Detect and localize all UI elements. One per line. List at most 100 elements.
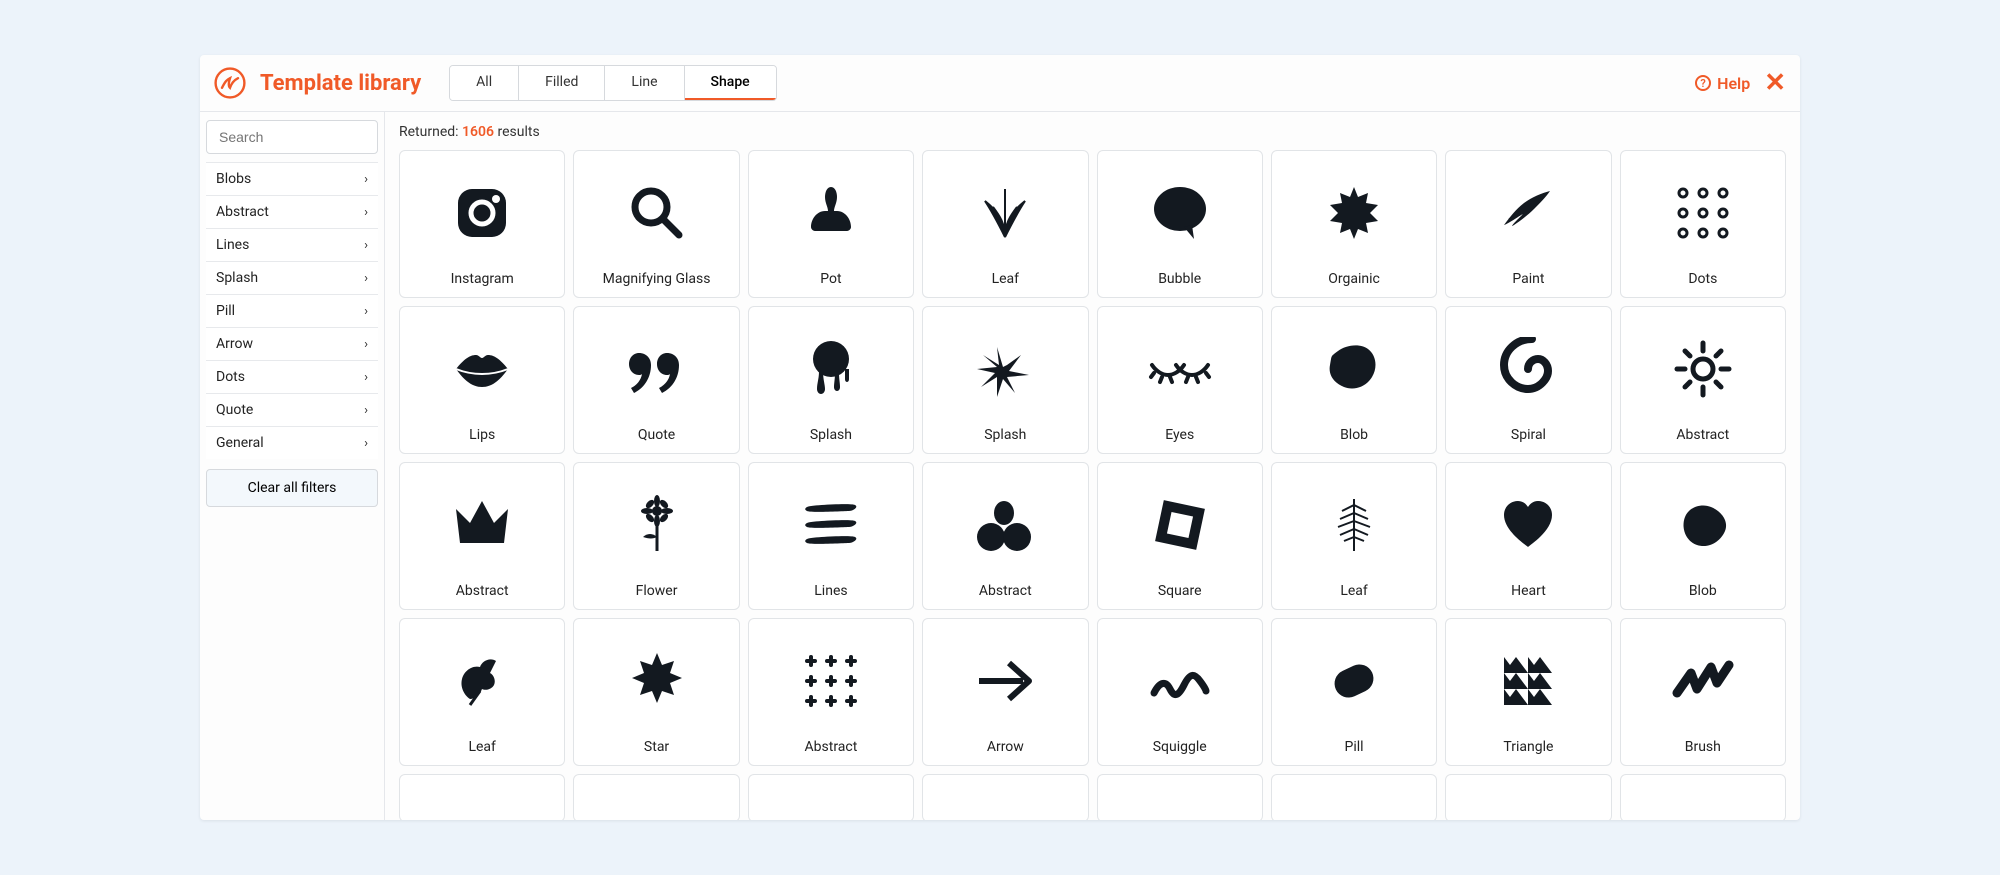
clear-filters-button[interactable]: Clear all filters xyxy=(206,469,378,507)
template-label: Leaf xyxy=(992,265,1019,287)
template-card[interactable]: Blob xyxy=(1620,462,1786,610)
template-card[interactable] xyxy=(1271,774,1437,820)
template-card[interactable] xyxy=(1445,774,1611,820)
template-card[interactable]: Lips xyxy=(399,306,565,454)
search-input[interactable] xyxy=(206,120,378,154)
template-card[interactable]: Lines xyxy=(748,462,914,610)
filter-lines[interactable]: Lines› xyxy=(206,228,378,261)
spiral-icon xyxy=(1456,317,1600,421)
template-card[interactable]: Leaf xyxy=(1271,462,1437,610)
template-card[interactable]: Squiggle xyxy=(1097,618,1263,766)
template-card[interactable]: Magnifying Glass xyxy=(573,150,739,298)
template-card[interactable]: Star xyxy=(573,618,739,766)
template-label: Squiggle xyxy=(1153,733,1207,755)
template-card[interactable]: Flower xyxy=(573,462,739,610)
template-card[interactable] xyxy=(399,774,565,820)
square-icon xyxy=(1108,473,1252,577)
template-card[interactable]: Square xyxy=(1097,462,1263,610)
template-card[interactable]: Paint xyxy=(1445,150,1611,298)
template-label: Flower xyxy=(636,577,678,599)
template-label: Splash xyxy=(810,421,852,443)
filter-general[interactable]: General› xyxy=(206,426,378,459)
template-label: Magnifying Glass xyxy=(603,265,711,287)
pot-icon xyxy=(759,161,903,265)
template-card[interactable]: Splash xyxy=(922,306,1088,454)
template-card[interactable]: Heart xyxy=(1445,462,1611,610)
template-label: Quote xyxy=(638,421,675,443)
close-button[interactable]: ✕ xyxy=(1764,70,1786,96)
template-card[interactable]: Abstract xyxy=(1620,306,1786,454)
filter-splash[interactable]: Splash › xyxy=(206,261,378,294)
template-card[interactable]: Splash xyxy=(748,306,914,454)
template-label: Dots xyxy=(1688,265,1717,287)
template-card[interactable] xyxy=(1097,774,1263,820)
sidebar: Blobs›Abstract›Lines›Splash›Pill›Arrow›D… xyxy=(200,112,385,820)
template-label: Eyes xyxy=(1165,421,1194,443)
zigzag-icon xyxy=(1631,629,1775,733)
splat2-icon xyxy=(933,317,1077,421)
filter-blobs[interactable]: Blobs› xyxy=(206,162,378,195)
tab-shape[interactable]: Shape xyxy=(685,66,776,100)
template-card[interactable] xyxy=(922,774,1088,820)
template-card[interactable]: Arrow xyxy=(922,618,1088,766)
template-label: Pill xyxy=(1345,733,1364,755)
help-icon: ? xyxy=(1695,75,1711,91)
dots-icon xyxy=(1631,161,1775,265)
template-label: Abstract xyxy=(805,733,858,755)
filter-pill[interactable]: Pill› xyxy=(206,294,378,327)
sun-icon xyxy=(1631,317,1775,421)
chevron-right-icon: › xyxy=(364,172,368,187)
template-label: Square xyxy=(1158,577,1202,599)
magnify-icon xyxy=(584,161,728,265)
template-card[interactable]: Orgainic xyxy=(1271,150,1437,298)
template-card[interactable]: Spiral xyxy=(1445,306,1611,454)
template-card[interactable]: Triangle xyxy=(1445,618,1611,766)
template-card[interactable]: Abstract xyxy=(922,462,1088,610)
header: Template library AllFilledLineShape ? He… xyxy=(200,55,1800,112)
filter-quote[interactable]: Quote› xyxy=(206,393,378,426)
template-label: Triangle xyxy=(1503,733,1553,755)
template-card[interactable]: Pill xyxy=(1271,618,1437,766)
brushstroke-icon xyxy=(1456,161,1600,265)
tab-line[interactable]: Line xyxy=(605,66,684,100)
tab-filled[interactable]: Filled xyxy=(519,66,605,100)
template-label: Abstract xyxy=(456,577,509,599)
template-card[interactable]: Abstract xyxy=(748,618,914,766)
template-card[interactable]: Bubble xyxy=(1097,150,1263,298)
filter-abstract[interactable]: Abstract› xyxy=(206,195,378,228)
filter-label: Pill xyxy=(216,303,235,319)
chevron-right-icon: › xyxy=(364,271,368,286)
tab-all[interactable]: All xyxy=(450,66,519,100)
splat-icon xyxy=(1282,161,1426,265)
pebbles-icon xyxy=(933,473,1077,577)
results-summary: Returned: 1606 results xyxy=(399,124,1786,140)
template-label: Heart xyxy=(1511,577,1546,599)
arrow-icon xyxy=(933,629,1077,733)
template-card[interactable]: Brush xyxy=(1620,618,1786,766)
template-card[interactable]: Blob xyxy=(1271,306,1437,454)
filter-arrow[interactable]: Arrow› xyxy=(206,327,378,360)
template-card[interactable] xyxy=(748,774,914,820)
template-card[interactable]: Leaf xyxy=(922,150,1088,298)
template-card[interactable]: Abstract xyxy=(399,462,565,610)
template-card[interactable] xyxy=(573,774,739,820)
template-card[interactable]: Leaf xyxy=(399,618,565,766)
oak-icon xyxy=(410,629,554,733)
template-card[interactable]: Quote xyxy=(573,306,739,454)
bubble-icon xyxy=(1108,161,1252,265)
filter-label: Splash xyxy=(216,270,258,286)
template-label: Lines xyxy=(814,577,847,599)
template-label: Leaf xyxy=(1340,577,1367,599)
lines-icon xyxy=(759,473,903,577)
template-card[interactable]: Eyes xyxy=(1097,306,1263,454)
help-button[interactable]: ? Help xyxy=(1695,74,1750,93)
template-card[interactable]: Instagram xyxy=(399,150,565,298)
chevron-right-icon: › xyxy=(364,238,368,253)
filter-dots[interactable]: Dots› xyxy=(206,360,378,393)
blob2-icon xyxy=(1631,473,1775,577)
template-card[interactable]: Pot xyxy=(748,150,914,298)
template-card[interactable] xyxy=(1620,774,1786,820)
template-card[interactable]: Dots xyxy=(1620,150,1786,298)
template-grid: Instagram Magnifying Glass Pot Leaf BubbleOr… xyxy=(399,150,1786,820)
results-count: 1606 xyxy=(462,124,494,140)
